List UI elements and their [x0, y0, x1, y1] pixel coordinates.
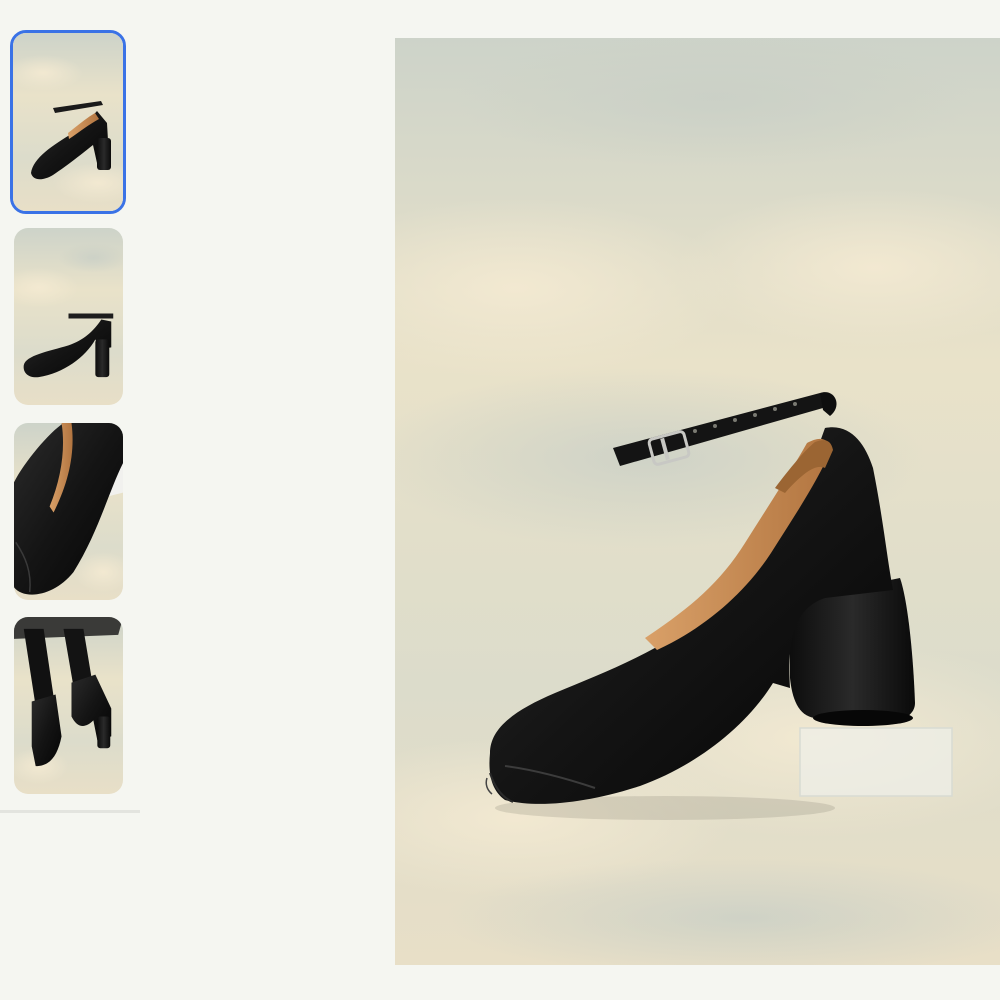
shoe-profile-image [14, 228, 123, 405]
thumbnail-rail [0, 0, 140, 815]
thumbnail-3[interactable] [14, 423, 123, 600]
thumbnail-rail-divider [0, 810, 140, 813]
shoe-worn-on-foot-image [14, 617, 123, 794]
shoe-side-view-image [13, 33, 123, 211]
main-product-image[interactable] [395, 38, 1000, 965]
shoe-main-product-image [395, 38, 1000, 965]
thumbnail-4[interactable] [14, 617, 123, 794]
thumbnail-1[interactable] [10, 30, 126, 214]
thumbnail-2[interactable] [14, 228, 123, 405]
shoe-toe-closeup-image [14, 423, 123, 600]
